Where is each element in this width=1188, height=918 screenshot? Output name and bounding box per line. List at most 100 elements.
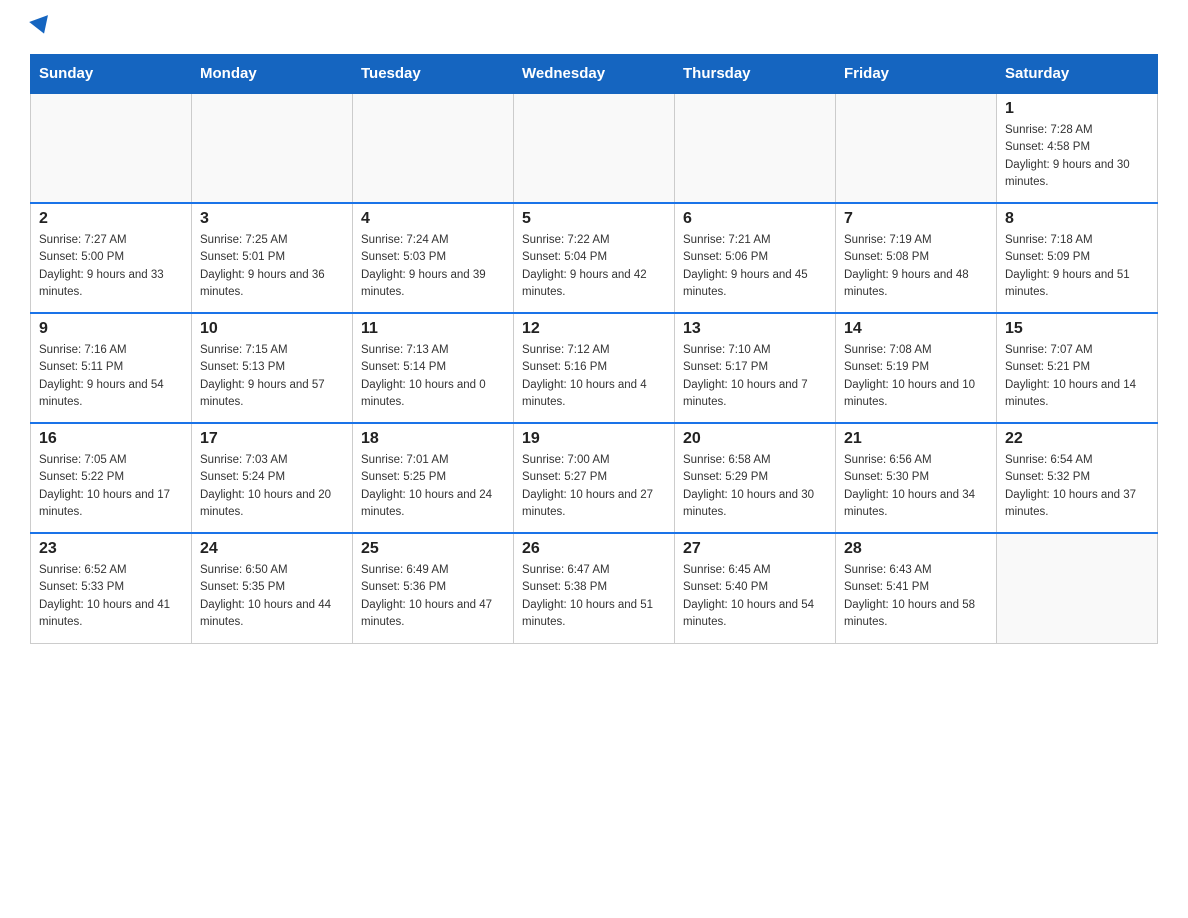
calendar-cell: 1 Sunrise: 7:28 AMSunset: 4:58 PMDaylight… [997,93,1158,203]
day-number: 27 [683,540,827,558]
calendar-cell: 27Sunrise: 6:45 AMSunset: 5:40 PMDayligh… [675,533,836,643]
day-number: 9 [39,320,183,338]
calendar-cell: 25 Sunrise: 6:49 AMSunset: 5:36 PMDayligh… [353,533,514,643]
day-info: Sunrise: 7:15 AMSunset: 5:13 PMDaylight:… [200,342,344,411]
calendar-cell: 24 Sunrise: 6:50 AMSunset: 5:35 PMDayligh… [192,533,353,643]
day-number: 21 [844,430,988,448]
day-number: 8 [1005,210,1149,228]
day-number: 23 [39,540,183,558]
day-info: Sunrise: 6:52 AMSunset: 5:33 PMDaylight:… [39,562,183,631]
calendar-cell: 21 Sunrise: 6:56 AMSunset: 5:30 PMDayligh… [836,423,997,533]
calendar-week-row: 16 Sunrise: 7:05 AMSunset: 5:22 PMDayligh… [31,423,1158,533]
day-number: 7 [844,210,988,228]
day-number: 1 [1005,100,1149,118]
calendar-cell: 22 Sunrise: 6:54 AMSunset: 5:32 PMDayligh… [997,423,1158,533]
day-number: 15 [1005,320,1149,338]
logo [30,20,52,36]
day-number: 18 [361,430,505,448]
day-info: Sunrise: 7:16 AMSunset: 5:11 PMDaylight:… [39,342,183,411]
day-number: 17 [200,430,344,448]
calendar-cell: 10 Sunrise: 7:15 AMSunset: 5:13 PMDayligh… [192,313,353,423]
day-info: Sunrise: 7:12 AMSunset: 5:16 PMDaylight:… [522,342,666,411]
weekday-header-monday: Monday [192,55,353,94]
calendar-cell: 17 Sunrise: 7:03 AMSunset: 5:24 PMDayligh… [192,423,353,533]
day-number: 3 [200,210,344,228]
calendar-cell [353,93,514,203]
day-info: Sunrise: 7:28 AMSunset: 4:58 PMDaylight:… [1005,122,1149,191]
day-info: Sunrise: 7:19 AMSunset: 5:08 PMDaylight:… [844,232,988,301]
day-info: Sunrise: 7:13 AMSunset: 5:14 PMDaylight:… [361,342,505,411]
day-number: 14 [844,320,988,338]
calendar-cell: 11 Sunrise: 7:13 AMSunset: 5:14 PMDayligh… [353,313,514,423]
day-number: 2 [39,210,183,228]
logo-triangle-icon [29,15,53,37]
weekday-header-saturday: Saturday [997,55,1158,94]
calendar-cell: 12 Sunrise: 7:12 AMSunset: 5:16 PMDayligh… [514,313,675,423]
day-info: Sunrise: 7:03 AMSunset: 5:24 PMDaylight:… [200,452,344,521]
calendar-cell: 19 Sunrise: 7:00 AMSunset: 5:27 PMDayligh… [514,423,675,533]
calendar-cell [675,93,836,203]
calendar-week-row: 9 Sunrise: 7:16 AMSunset: 5:11 PMDaylight… [31,313,1158,423]
calendar-cell [514,93,675,203]
day-number: 19 [522,430,666,448]
weekday-header-tuesday: Tuesday [353,55,514,94]
calendar-cell: 4 Sunrise: 7:24 AMSunset: 5:03 PMDaylight… [353,203,514,313]
day-info: Sunrise: 7:21 AMSunset: 5:06 PMDaylight:… [683,232,827,301]
day-info: Sunrise: 7:18 AMSunset: 5:09 PMDaylight:… [1005,232,1149,301]
day-info: Sunrise: 6:49 AMSunset: 5:36 PMDaylight:… [361,562,505,631]
calendar-cell: 13 Sunrise: 7:10 AMSunset: 5:17 PMDayligh… [675,313,836,423]
calendar-header-row: SundayMondayTuesdayWednesdayThursdayFrid… [31,55,1158,94]
calendar-cell [192,93,353,203]
weekday-header-thursday: Thursday [675,55,836,94]
calendar-cell [31,93,192,203]
day-number: 28 [844,540,988,558]
calendar-cell [836,93,997,203]
day-info: Sunrise: 7:27 AMSunset: 5:00 PMDaylight:… [39,232,183,301]
calendar-cell: 14 Sunrise: 7:08 AMSunset: 5:19 PMDayligh… [836,313,997,423]
calendar-cell: 3Sunrise: 7:25 AMSunset: 5:01 PMDaylight… [192,203,353,313]
day-number: 12 [522,320,666,338]
day-number: 26 [522,540,666,558]
day-number: 22 [1005,430,1149,448]
day-number: 11 [361,320,505,338]
day-number: 20 [683,430,827,448]
calendar-week-row: 1 Sunrise: 7:28 AMSunset: 4:58 PMDaylight… [31,93,1158,203]
calendar-table: SundayMondayTuesdayWednesdayThursdayFrid… [30,54,1158,644]
day-number: 6 [683,210,827,228]
day-number: 16 [39,430,183,448]
day-number: 24 [200,540,344,558]
day-info: Sunrise: 7:01 AMSunset: 5:25 PMDaylight:… [361,452,505,521]
day-info: Sunrise: 6:56 AMSunset: 5:30 PMDaylight:… [844,452,988,521]
calendar-cell: 26Sunrise: 6:47 AMSunset: 5:38 PMDayligh… [514,533,675,643]
day-info: Sunrise: 7:07 AMSunset: 5:21 PMDaylight:… [1005,342,1149,411]
calendar-cell: 6 Sunrise: 7:21 AMSunset: 5:06 PMDaylight… [675,203,836,313]
calendar-cell: 8 Sunrise: 7:18 AMSunset: 5:09 PMDaylight… [997,203,1158,313]
day-info: Sunrise: 6:50 AMSunset: 5:35 PMDaylight:… [200,562,344,631]
calendar-cell: 20 Sunrise: 6:58 AMSunset: 5:29 PMDayligh… [675,423,836,533]
day-number: 13 [683,320,827,338]
calendar-week-row: 2 Sunrise: 7:27 AMSunset: 5:00 PMDaylight… [31,203,1158,313]
calendar-cell: 28Sunrise: 6:43 AMSunset: 5:41 PMDayligh… [836,533,997,643]
day-info: Sunrise: 7:05 AMSunset: 5:22 PMDaylight:… [39,452,183,521]
weekday-header-wednesday: Wednesday [514,55,675,94]
day-info: Sunrise: 7:24 AMSunset: 5:03 PMDaylight:… [361,232,505,301]
day-info: Sunrise: 7:00 AMSunset: 5:27 PMDaylight:… [522,452,666,521]
calendar-cell: 18 Sunrise: 7:01 AMSunset: 5:25 PMDayligh… [353,423,514,533]
calendar-cell: 9 Sunrise: 7:16 AMSunset: 5:11 PMDaylight… [31,313,192,423]
day-number: 10 [200,320,344,338]
weekday-header-friday: Friday [836,55,997,94]
calendar-cell: 2 Sunrise: 7:27 AMSunset: 5:00 PMDaylight… [31,203,192,313]
calendar-week-row: 23 Sunrise: 6:52 AMSunset: 5:33 PMDayligh… [31,533,1158,643]
day-info: Sunrise: 6:58 AMSunset: 5:29 PMDaylight:… [683,452,827,521]
day-info: Sunrise: 7:08 AMSunset: 5:19 PMDaylight:… [844,342,988,411]
day-number: 4 [361,210,505,228]
day-info: Sunrise: 6:54 AMSunset: 5:32 PMDaylight:… [1005,452,1149,521]
calendar-cell: 15 Sunrise: 7:07 AMSunset: 5:21 PMDayligh… [997,313,1158,423]
weekday-header-sunday: Sunday [31,55,192,94]
calendar-cell: 16 Sunrise: 7:05 AMSunset: 5:22 PMDayligh… [31,423,192,533]
day-info: Sunrise: 7:22 AMSunset: 5:04 PMDaylight:… [522,232,666,301]
calendar-cell: 5Sunrise: 7:22 AMSunset: 5:04 PMDaylight… [514,203,675,313]
day-info: Sunrise: 7:10 AMSunset: 5:17 PMDaylight:… [683,342,827,411]
day-number: 25 [361,540,505,558]
page-header [30,20,1158,36]
